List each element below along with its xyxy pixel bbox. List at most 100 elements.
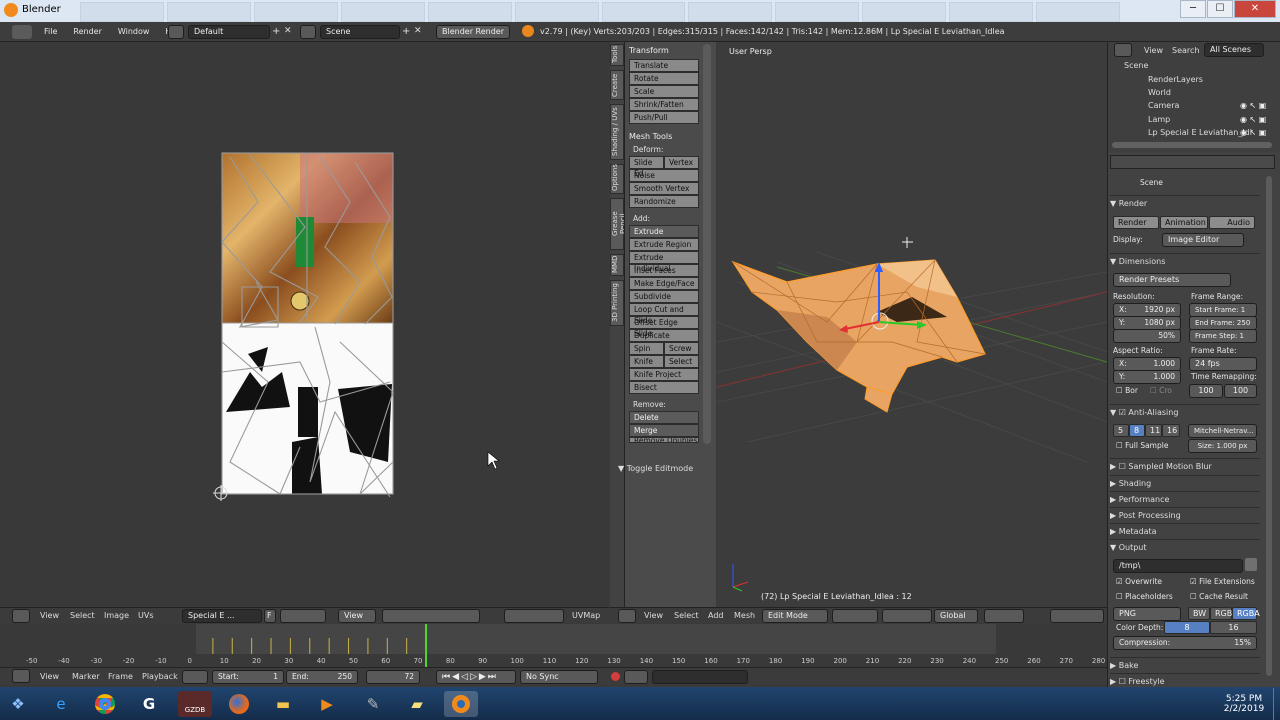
layout-icon[interactable] xyxy=(168,25,184,39)
tl-menu-playback[interactable]: Playback xyxy=(142,672,178,681)
keying-set-field[interactable] xyxy=(652,670,748,684)
scene-add-icon[interactable]: + xyxy=(402,26,410,37)
aa-size-field[interactable]: Size: 1.000 px xyxy=(1188,439,1257,453)
scene-icon[interactable] xyxy=(300,25,316,39)
close-button[interactable]: ✕ xyxy=(1234,0,1276,18)
3d-viewport[interactable]: User Persp (72) Lp Special E Leviathan_I… xyxy=(717,42,1107,607)
overwrite-checkbox[interactable]: ☑ Overwrite xyxy=(1116,577,1162,586)
transform-header[interactable]: Transform xyxy=(629,46,701,55)
start-frame-field[interactable]: Start Frame: 1 xyxy=(1189,303,1257,317)
firefox-icon[interactable] xyxy=(222,691,256,717)
vertex-slide-button[interactable]: Vertex xyxy=(664,156,699,169)
slide-edge-button[interactable]: Slide Ed xyxy=(629,156,664,178)
cache-result-checkbox[interactable]: ☐ Cache Result xyxy=(1190,592,1248,601)
show-desktop-button[interactable] xyxy=(1273,688,1280,720)
vp-menu-view[interactable]: View xyxy=(644,611,663,620)
border-checkbox[interactable]: ☐ Bor xyxy=(1116,386,1138,395)
media-player-icon[interactable]: ▶ xyxy=(310,691,344,717)
outliner-item-mesh[interactable]: Lp Special E Leviathan_Idl xyxy=(1148,128,1252,137)
screw-button[interactable]: Screw xyxy=(664,342,699,355)
knife-select-button[interactable]: Select xyxy=(664,355,699,368)
outliner-scrollbar[interactable] xyxy=(1112,142,1272,148)
resolution-x-field[interactable]: X: 1920 px xyxy=(1113,303,1181,317)
layout-remove-icon[interactable]: ✕ xyxy=(284,26,292,36)
layout-field[interactable]: Default xyxy=(188,25,270,39)
shading-select[interactable] xyxy=(832,609,878,623)
layer-buttons[interactable] xyxy=(984,609,1024,623)
frame-step-field[interactable]: Frame Step: 1 xyxy=(1189,329,1257,343)
sticky-notes-icon[interactable]: ▰ xyxy=(400,691,434,717)
outliner-filter[interactable]: All Scenes xyxy=(1204,43,1264,57)
minimize-button[interactable]: ─ xyxy=(1180,0,1206,18)
aa-samples-11[interactable]: 11 xyxy=(1145,424,1162,437)
vp-menu-add[interactable]: Add xyxy=(708,611,724,620)
mesh-tools-header[interactable]: Mesh Tools xyxy=(629,132,701,141)
chrome-icon[interactable] xyxy=(88,691,122,717)
scale-button[interactable]: Scale xyxy=(629,85,699,98)
audio-button[interactable]: Audio xyxy=(1209,216,1255,229)
image-name-field[interactable]: Special E ... map.bmp xyxy=(182,609,262,632)
uv-snap-tools[interactable] xyxy=(504,609,564,623)
motion-blur-header[interactable]: ▶ ☐ Sampled Motion Blur xyxy=(1110,458,1260,471)
rotate-button[interactable]: Rotate xyxy=(629,72,699,85)
make-edge-face-button[interactable]: Make Edge/Face xyxy=(629,277,699,290)
output-header[interactable]: ▼ Output xyxy=(1110,539,1260,552)
render-engine-select[interactable]: Blender Render xyxy=(436,25,510,39)
clock[interactable]: 5:25 PM 2/2/2019 xyxy=(1222,694,1266,714)
placeholders-checkbox[interactable]: ☐ Placeholders xyxy=(1116,592,1173,601)
outliner-item-world[interactable]: World xyxy=(1148,88,1171,97)
knife-button[interactable]: Knife xyxy=(629,355,664,368)
scene-remove-icon[interactable]: ✕ xyxy=(414,26,422,36)
tab-3d-printing[interactable]: 3D Printing xyxy=(610,280,624,326)
aa-samples-5[interactable]: 5 xyxy=(1113,424,1129,437)
scene-field[interactable]: Scene xyxy=(320,25,400,39)
orientation-select[interactable]: Global xyxy=(934,609,978,623)
outliner-item-scene[interactable]: Scene xyxy=(1124,61,1148,70)
end-field[interactable]: End: 250 xyxy=(286,670,358,684)
uv-menu-uvs[interactable]: UVs xyxy=(138,611,154,620)
performance-header[interactable]: ▶ Performance xyxy=(1110,491,1260,504)
uv-menu-image[interactable]: Image xyxy=(104,611,129,620)
gimp-icon[interactable]: G xyxy=(132,691,166,717)
tab-shading-uvs[interactable]: Shading / UVs xyxy=(610,104,624,160)
visibility-eye-icons[interactable]: ◉ ↖ ▣ xyxy=(1240,101,1266,110)
delete-menu[interactable]: Delete xyxy=(629,411,699,424)
current-frame-field[interactable]: 72 xyxy=(366,670,420,684)
render-button[interactable]: Render xyxy=(1113,216,1159,229)
knife-project-button[interactable]: Knife Project xyxy=(629,368,699,381)
sync-select[interactable]: No Sync xyxy=(520,670,598,684)
rgba-button[interactable]: RGBA xyxy=(1232,607,1260,620)
gzdb-icon[interactable]: GZDB xyxy=(178,691,212,717)
merge-menu[interactable]: Merge xyxy=(629,424,699,437)
translate-button[interactable]: Translate xyxy=(629,59,699,72)
tab-create[interactable]: Create xyxy=(610,70,624,100)
maximize-button[interactable]: ☐ xyxy=(1207,0,1233,18)
remap-new-field[interactable]: 100 xyxy=(1224,384,1257,398)
compression-slider[interactable]: Compression: 15% xyxy=(1113,636,1257,650)
tool-icon[interactable]: ✎ xyxy=(356,691,390,717)
fake-user-toggle[interactable]: F xyxy=(264,609,276,623)
resolution-y-field[interactable]: Y: 1080 px xyxy=(1113,316,1181,330)
properties-scrollbar[interactable] xyxy=(1266,176,1272,676)
metadata-header[interactable]: ▶ Metadata xyxy=(1110,523,1260,536)
tool-shelf-scrollbar[interactable] xyxy=(703,44,711,444)
record-icon[interactable] xyxy=(611,672,620,681)
rgb-button[interactable]: RGB xyxy=(1210,607,1232,620)
menu-render[interactable]: Render xyxy=(65,27,109,36)
start-button-icon[interactable]: ❖ xyxy=(2,691,34,717)
outliner-item-renderlayers[interactable]: RenderLayers xyxy=(1148,75,1203,84)
push-pull-button[interactable]: Push/Pull xyxy=(629,111,699,124)
menu-window[interactable]: Window xyxy=(110,27,158,36)
file-explorer-icon[interactable]: ▬ xyxy=(266,691,300,717)
offset-edge-slide-button[interactable]: Offset Edge Slide xyxy=(629,316,699,338)
outliner-type-icon[interactable] xyxy=(1114,43,1132,57)
noise-button[interactable]: Noise xyxy=(629,169,699,182)
uv-menu-select[interactable]: Select xyxy=(70,611,95,620)
layout-add-icon[interactable]: + xyxy=(272,26,280,37)
anti-aliasing-header[interactable]: ▼ ☑ Anti-Aliasing xyxy=(1110,404,1260,417)
file-extensions-checkbox[interactable]: ☑ File Extensions xyxy=(1190,577,1255,586)
extrude-individual-button[interactable]: Extrude Individual xyxy=(629,251,699,273)
animation-button[interactable]: Animation xyxy=(1160,216,1208,229)
display-select[interactable]: Image Editor xyxy=(1162,233,1244,247)
remap-old-field[interactable]: 100 xyxy=(1189,384,1223,398)
